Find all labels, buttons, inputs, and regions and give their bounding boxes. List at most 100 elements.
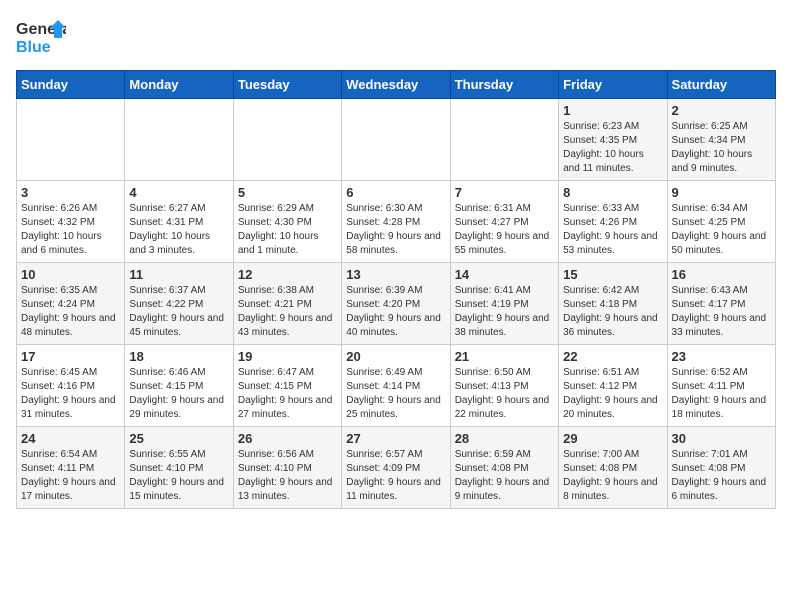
calendar-cell: 17 Sunrise: 6:45 AM Sunset: 4:16 PM Dayli… [17,345,125,427]
day-info: Sunrise: 6:49 AM Sunset: 4:14 PM Dayligh… [346,366,445,422]
calendar-cell: 5 Sunrise: 6:29 AM Sunset: 4:30 PM Daylig… [233,181,341,263]
calendar-cell [233,99,341,181]
calendar-cell: 6 Sunrise: 6:30 AM Sunset: 4:28 PM Daylig… [342,181,450,263]
day-number: 13 [346,267,445,282]
calendar-cell: 10 Sunrise: 6:35 AM Sunset: 4:24 PM Dayli… [17,263,125,345]
calendar-cell: 12Sunrise: 6:38 AM Sunset: 4:21 PM Dayli… [233,263,341,345]
week-row-4: 24 Sunrise: 6:54 AM Sunset: 4:11 PM Dayli… [17,427,776,509]
day-number: 29 [563,431,662,446]
calendar-cell: 30 Sunrise: 7:01 AM Sunset: 4:08 PM Dayli… [667,427,775,509]
day-info: Sunrise: 6:31 AM Sunset: 4:27 PM Dayligh… [455,202,554,258]
calendar-cell: 19 Sunrise: 6:47 AM Sunset: 4:15 PM Dayli… [233,345,341,427]
day-info: Sunrise: 6:47 AM Sunset: 4:15 PM Dayligh… [238,366,337,422]
day-info: Sunrise: 6:25 AM Sunset: 4:34 PM Dayligh… [672,120,771,176]
week-row-3: 17 Sunrise: 6:45 AM Sunset: 4:16 PM Dayli… [17,345,776,427]
day-header-tuesday: Tuesday [233,71,341,99]
day-info: Sunrise: 6:26 AM Sunset: 4:32 PM Dayligh… [21,202,120,258]
day-number: 20 [346,349,445,364]
day-number: 22 [563,349,662,364]
day-number: 17 [21,349,120,364]
day-info: Sunrise: 6:34 AM Sunset: 4:25 PM Dayligh… [672,202,771,258]
day-number: 28 [455,431,554,446]
day-info: Sunrise: 7:01 AM Sunset: 4:08 PM Dayligh… [672,448,771,504]
day-info: Sunrise: 6:41 AM Sunset: 4:19 PM Dayligh… [455,284,554,340]
calendar-cell: 15Sunrise: 6:42 AM Sunset: 4:18 PM Dayli… [559,263,667,345]
logo: GeneralBlue [16,16,66,60]
day-info: Sunrise: 6:27 AM Sunset: 4:31 PM Dayligh… [129,202,228,258]
day-header-friday: Friday [559,71,667,99]
day-number: 26 [238,431,337,446]
week-row-1: 3 Sunrise: 6:26 AM Sunset: 4:32 PM Daylig… [17,181,776,263]
day-number: 1 [563,103,662,118]
day-number: 10 [21,267,120,282]
calendar-cell: 3 Sunrise: 6:26 AM Sunset: 4:32 PM Daylig… [17,181,125,263]
calendar-cell: 14 Sunrise: 6:41 AM Sunset: 4:19 PM Dayli… [450,263,558,345]
day-info: Sunrise: 6:54 AM Sunset: 4:11 PM Dayligh… [21,448,120,504]
header-row: SundayMondayTuesdayWednesdayThursdayFrid… [17,71,776,99]
day-info: Sunrise: 6:43 AM Sunset: 4:17 PM Dayligh… [672,284,771,340]
calendar-cell: 9 Sunrise: 6:34 AM Sunset: 4:25 PM Daylig… [667,181,775,263]
day-header-monday: Monday [125,71,233,99]
calendar-cell: 27 Sunrise: 6:57 AM Sunset: 4:09 PM Dayli… [342,427,450,509]
calendar-cell: 18 Sunrise: 6:46 AM Sunset: 4:15 PM Dayli… [125,345,233,427]
calendar-cell: 2 Sunrise: 6:25 AM Sunset: 4:34 PM Daylig… [667,99,775,181]
day-info: Sunrise: 6:37 AM Sunset: 4:22 PM Dayligh… [129,284,228,340]
week-row-2: 10 Sunrise: 6:35 AM Sunset: 4:24 PM Dayli… [17,263,776,345]
calendar-cell: 20 Sunrise: 6:49 AM Sunset: 4:14 PM Dayli… [342,345,450,427]
calendar-cell: 8 Sunrise: 6:33 AM Sunset: 4:26 PM Daylig… [559,181,667,263]
day-info: Sunrise: 6:46 AM Sunset: 4:15 PM Dayligh… [129,366,228,422]
day-number: 14 [455,267,554,282]
calendar-cell [17,99,125,181]
day-number: 25 [129,431,228,446]
day-number: 8 [563,185,662,200]
day-number: 12 [238,267,337,282]
day-header-thursday: Thursday [450,71,558,99]
calendar-cell: 4Sunrise: 6:27 AM Sunset: 4:31 PM Daylig… [125,181,233,263]
day-number: 21 [455,349,554,364]
day-info: Sunrise: 6:35 AM Sunset: 4:24 PM Dayligh… [21,284,120,340]
day-info: Sunrise: 6:51 AM Sunset: 4:12 PM Dayligh… [563,366,662,422]
day-info: Sunrise: 6:50 AM Sunset: 4:13 PM Dayligh… [455,366,554,422]
day-info: Sunrise: 6:45 AM Sunset: 4:16 PM Dayligh… [21,366,120,422]
calendar-cell: 28 Sunrise: 6:59 AM Sunset: 4:08 PM Dayli… [450,427,558,509]
calendar-cell: 23Sunrise: 6:52 AM Sunset: 4:11 PM Dayli… [667,345,775,427]
day-header-sunday: Sunday [17,71,125,99]
day-info: Sunrise: 6:52 AM Sunset: 4:11 PM Dayligh… [672,366,771,422]
week-row-0: 1 Sunrise: 6:23 AM Sunset: 4:35 PM Daylig… [17,99,776,181]
day-info: Sunrise: 6:30 AM Sunset: 4:28 PM Dayligh… [346,202,445,258]
svg-text:Blue: Blue [16,39,51,56]
logo-svg: GeneralBlue [16,16,66,60]
day-number: 7 [455,185,554,200]
day-number: 9 [672,185,771,200]
day-number: 6 [346,185,445,200]
day-info: Sunrise: 6:56 AM Sunset: 4:10 PM Dayligh… [238,448,337,504]
day-number: 5 [238,185,337,200]
day-info: Sunrise: 6:33 AM Sunset: 4:26 PM Dayligh… [563,202,662,258]
header: GeneralBlue [16,16,776,60]
calendar-cell: 25Sunrise: 6:55 AM Sunset: 4:10 PM Dayli… [125,427,233,509]
day-info: Sunrise: 7:00 AM Sunset: 4:08 PM Dayligh… [563,448,662,504]
day-info: Sunrise: 6:57 AM Sunset: 4:09 PM Dayligh… [346,448,445,504]
day-info: Sunrise: 6:59 AM Sunset: 4:08 PM Dayligh… [455,448,554,504]
day-number: 24 [21,431,120,446]
day-number: 3 [21,185,120,200]
day-number: 2 [672,103,771,118]
calendar-cell: 29 Sunrise: 7:00 AM Sunset: 4:08 PM Dayli… [559,427,667,509]
day-number: 19 [238,349,337,364]
day-number: 11 [129,267,228,282]
calendar-cell: 16Sunrise: 6:43 AM Sunset: 4:17 PM Dayli… [667,263,775,345]
calendar-cell: 26 Sunrise: 6:56 AM Sunset: 4:10 PM Dayli… [233,427,341,509]
calendar-cell: 1 Sunrise: 6:23 AM Sunset: 4:35 PM Daylig… [559,99,667,181]
day-header-wednesday: Wednesday [342,71,450,99]
calendar-cell [450,99,558,181]
day-info: Sunrise: 6:29 AM Sunset: 4:30 PM Dayligh… [238,202,337,258]
day-info: Sunrise: 6:23 AM Sunset: 4:35 PM Dayligh… [563,120,662,176]
calendar-cell: 22 Sunrise: 6:51 AM Sunset: 4:12 PM Dayli… [559,345,667,427]
day-header-saturday: Saturday [667,71,775,99]
calendar-table: SundayMondayTuesdayWednesdayThursdayFrid… [16,70,776,509]
day-number: 30 [672,431,771,446]
day-number: 15 [563,267,662,282]
day-number: 27 [346,431,445,446]
day-info: Sunrise: 6:39 AM Sunset: 4:20 PM Dayligh… [346,284,445,340]
day-number: 18 [129,349,228,364]
